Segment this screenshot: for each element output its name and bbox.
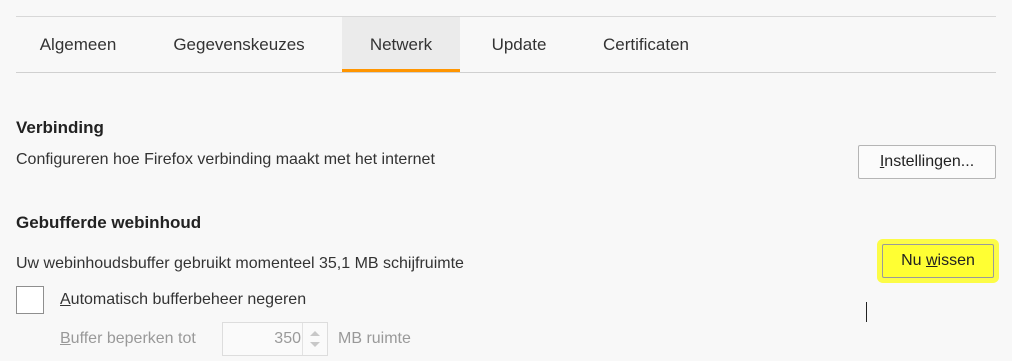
cache-limit-unit: MB ruimte bbox=[338, 330, 411, 347]
cache-section-title: Gebufferde webinhoud bbox=[16, 213, 202, 232]
tab-bar: Algemeen Gegevenskeuzes Netwerk Update C… bbox=[16, 17, 996, 73]
connection-section-title: Verbinding bbox=[16, 118, 104, 137]
stepper-down-icon[interactable] bbox=[310, 342, 320, 347]
override-cache-checkbox[interactable] bbox=[16, 286, 44, 314]
text-cursor bbox=[866, 302, 867, 322]
tab-gegevenskeuzes[interactable]: Gegevenskeuzes bbox=[158, 17, 320, 72]
stepper-up-icon[interactable] bbox=[310, 331, 320, 336]
cache-limit-label: Buffer beperken tot bbox=[60, 330, 196, 347]
cache-limit-stepper[interactable]: 350 bbox=[222, 322, 328, 356]
cache-limit-value[interactable]: 350 bbox=[223, 323, 301, 355]
stepper-arrows[interactable] bbox=[302, 323, 327, 355]
tab-netwerk[interactable]: Netwerk bbox=[342, 17, 460, 72]
tab-algemeen[interactable]: Algemeen bbox=[16, 17, 140, 72]
tab-update[interactable]: Update bbox=[476, 17, 562, 72]
connection-description: Configureren hoe Firefox verbinding maak… bbox=[16, 151, 435, 168]
connection-settings-button[interactable]: Instellingen... bbox=[858, 145, 996, 179]
override-cache-label[interactable]: Automatisch bufferbeheer negeren bbox=[60, 291, 306, 309]
tab-certificaten[interactable]: Certificaten bbox=[582, 17, 710, 72]
clear-cache-button[interactable]: Nu wissen bbox=[882, 244, 994, 278]
cache-usage-description: Uw webinhoudsbuffer gebruikt momenteel 3… bbox=[16, 255, 464, 272]
